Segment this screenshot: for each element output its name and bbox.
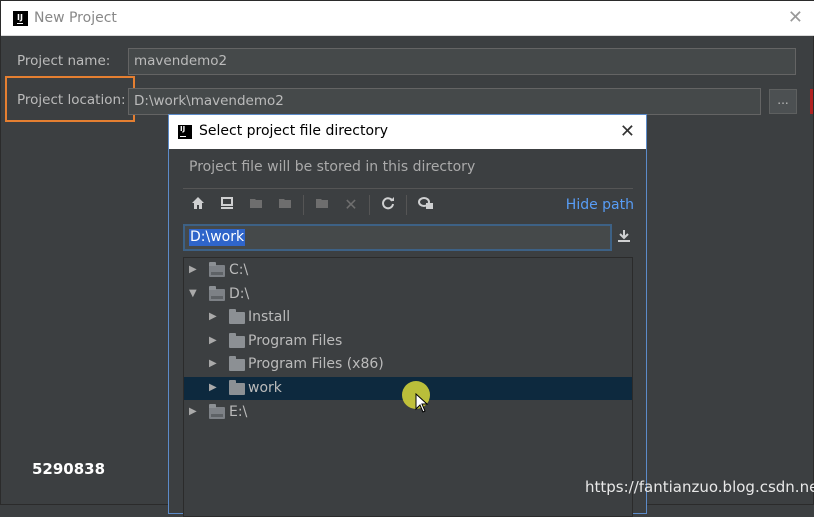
- overlay-id-text: 5290838: [32, 460, 106, 478]
- tree-item-program-files-x86[interactable]: ▶ Program Files (x86): [209, 353, 629, 376]
- window-title: New Project: [34, 10, 117, 26]
- path-input[interactable]: D:\work: [183, 224, 612, 251]
- drive-icon: [209, 262, 225, 277]
- new-folder-icon[interactable]: [313, 196, 331, 214]
- toolbar-separator: [406, 195, 407, 215]
- tree-item-label: Install: [248, 309, 291, 325]
- folder-icon: [229, 356, 245, 371]
- desktop-icon[interactable]: [218, 196, 236, 214]
- collapse-arrow-icon[interactable]: ▼: [189, 283, 201, 305]
- tree-item-label: work: [248, 380, 282, 396]
- drive-icon: [209, 286, 225, 301]
- path-input-value: D:\work: [189, 229, 246, 246]
- toolbar-separator: [369, 195, 370, 215]
- tree-item-d-drive[interactable]: ▼ D:\: [189, 283, 629, 306]
- expand-arrow-icon[interactable]: ▶: [189, 401, 201, 423]
- tree-item-program-files[interactable]: ▶ Program Files: [209, 330, 629, 353]
- dialog-description: Project file will be stored in this dire…: [189, 159, 476, 175]
- download-icon[interactable]: [617, 229, 631, 247]
- module-folder-icon[interactable]: [276, 196, 294, 214]
- tree-item-label: Program Files (x86): [248, 356, 384, 372]
- select-directory-dialog: IJ Select project file directory ✕ Proje…: [168, 114, 647, 517]
- expand-arrow-icon[interactable]: ▶: [209, 306, 221, 328]
- expand-arrow-icon[interactable]: ▶: [209, 353, 221, 375]
- window-titlebar: IJ New Project ✕: [1, 1, 814, 36]
- project-folder-icon[interactable]: [247, 196, 265, 214]
- toolbar-divider: [183, 188, 633, 189]
- watermark-url: https://fantianzuo.blog.csdn.net: [585, 478, 814, 496]
- intellij-logo-icon: IJ: [178, 125, 192, 139]
- tree-item-label: E:\: [229, 404, 248, 420]
- dialog-titlebar: IJ Select project file directory ✕: [169, 115, 646, 149]
- dialog-title: Select project file directory: [199, 123, 389, 139]
- expand-arrow-icon[interactable]: ▶: [209, 377, 221, 399]
- expand-arrow-icon[interactable]: ▶: [209, 330, 221, 352]
- home-icon[interactable]: [189, 196, 207, 214]
- folder-icon: [229, 333, 245, 348]
- window-close-icon[interactable]: ✕: [788, 9, 803, 27]
- error-indicator: [810, 89, 813, 114]
- show-hidden-icon[interactable]: [417, 196, 435, 214]
- project-name-input[interactable]: mavendemo2: [128, 48, 796, 75]
- tree-item-install[interactable]: ▶ Install: [209, 306, 629, 329]
- dialog-close-icon[interactable]: ✕: [620, 121, 635, 142]
- intellij-logo-icon: IJ: [13, 11, 28, 26]
- refresh-icon[interactable]: [379, 196, 397, 214]
- hide-path-link[interactable]: Hide path: [566, 197, 634, 213]
- tree-item-label: Program Files: [248, 333, 343, 349]
- folder-icon: [229, 309, 245, 324]
- drive-icon: [209, 404, 225, 419]
- toolbar-separator: [303, 195, 304, 215]
- tree-item-label: C:\: [229, 262, 249, 278]
- folder-icon: [229, 380, 245, 395]
- project-location-input[interactable]: D:\work\mavendemo2: [128, 88, 761, 115]
- project-name-label: Project name:: [17, 53, 111, 69]
- expand-arrow-icon[interactable]: ▶: [189, 259, 201, 281]
- tree-item-c-drive[interactable]: ▶ C:\: [189, 259, 629, 282]
- mouse-cursor-icon: [415, 392, 429, 417]
- delete-icon[interactable]: ✕: [342, 196, 360, 214]
- new-project-window: IJ New Project ✕ Project name: mavendemo…: [0, 0, 814, 517]
- browse-button[interactable]: ...: [769, 89, 797, 114]
- tree-item-label: D:\: [229, 286, 250, 302]
- project-location-label: Project location:: [17, 92, 126, 108]
